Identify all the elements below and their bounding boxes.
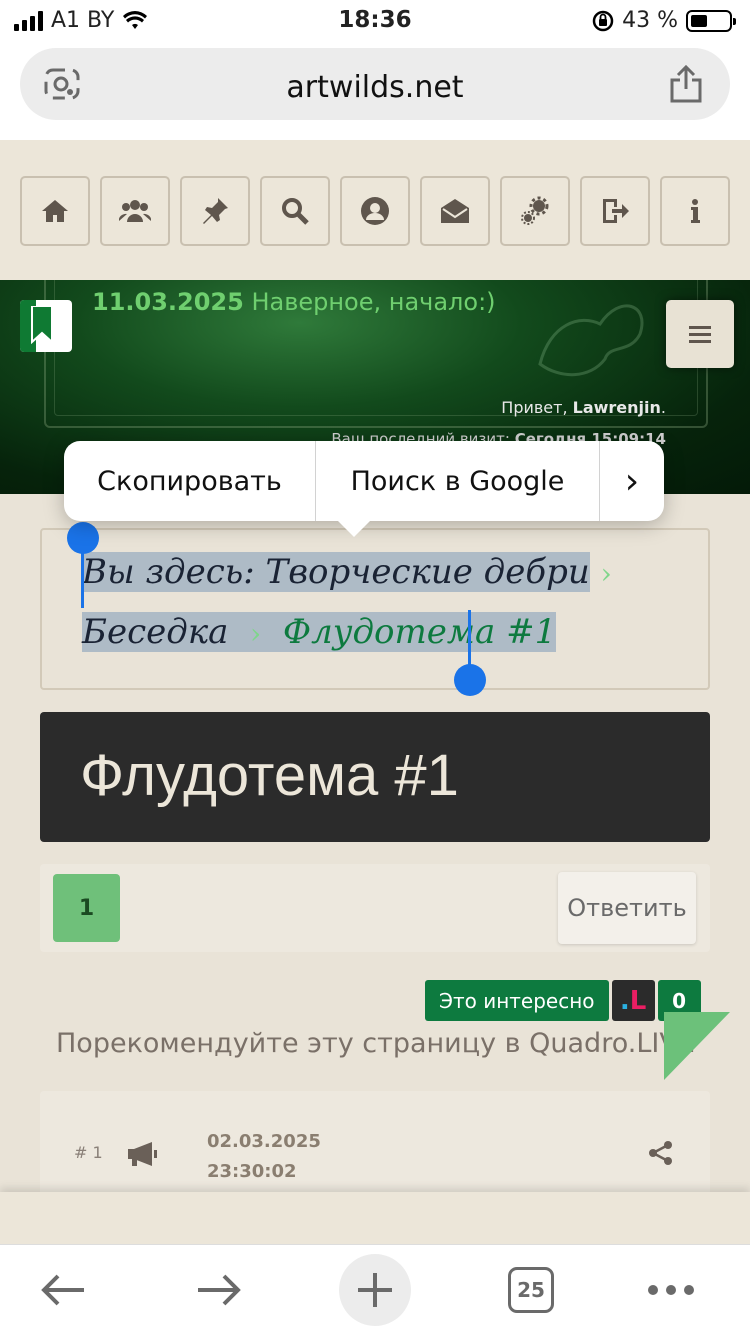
users-icon [119,200,151,222]
bookmark-icon [31,306,53,344]
corner-ribbon [664,1012,730,1080]
megaphone-icon [128,1142,157,1166]
more-dots-icon [648,1285,694,1295]
settings-icon [521,196,549,225]
url-text: artwilds.net [286,70,464,105]
quadro-live-widget: Это интересно .L 0 [425,980,701,1021]
post-card: # 1 02.03.2025 23:30:02 [40,1091,710,1201]
username[interactable]: Lawrenjin [573,398,661,417]
logout-icon [603,199,629,223]
info-icon [691,199,700,223]
breadcrumb-item-besedka[interactable]: Беседка [82,612,228,652]
site-logo[interactable] [20,300,72,352]
arrow-left-icon [41,1274,84,1306]
address-bar[interactable]: artwilds.net [20,48,730,120]
page-1-button[interactable]: 1 [53,874,120,942]
search-icon [282,198,309,225]
browser-toolbar: 25 [0,1244,750,1334]
new-tab-button[interactable] [339,1254,411,1326]
nav-profile-button[interactable] [340,176,410,246]
arrow-right-icon [198,1274,241,1306]
mail-icon [441,199,469,223]
news-text: Наверное, начало:) [243,288,496,316]
share-post-icon[interactable] [648,1141,674,1165]
post-time: 23:30:02 [207,1161,297,1182]
nav-logout-button[interactable] [580,176,650,246]
post-date: 02.03.2025 [207,1131,321,1152]
topic-title-box: Флудотема #1 [40,712,710,842]
news-date: 11.03.2025 [92,288,244,316]
dragon-emblem-icon [538,304,644,377]
interesting-button[interactable]: Это интересно [425,980,609,1021]
breadcrumb-line-1: Вы здесь: Творческие дебри › [82,552,612,592]
post-number[interactable]: # 1 [74,1143,103,1162]
menu-pointer [336,519,372,537]
nav-search-button[interactable] [260,176,330,246]
status-bar: A1 BY 18:36 43 % [0,0,750,40]
pagination-bar: 1 Ответить [40,864,710,952]
greeting-prefix: Привет, [501,398,573,417]
selection-end-line [468,610,471,668]
nav-home-button[interactable] [20,176,90,246]
nav-mail-button[interactable] [420,176,490,246]
battery-percent: 43 % [622,8,678,33]
footer-bar [0,1192,750,1244]
back-button[interactable] [28,1255,98,1325]
tab-count: 25 [508,1267,554,1313]
search-google-menu-item[interactable]: Поиск в Google [316,441,599,521]
quadro-live-logo-icon[interactable]: .L [611,980,655,1021]
breadcrumb-line-2: Беседка › Флудотема #1 [82,612,557,652]
more-options-button[interactable] [636,1255,706,1325]
plus-icon [358,1273,392,1307]
more-menu-item[interactable]: › [600,441,664,521]
forward-button[interactable] [184,1255,254,1325]
greeting: Привет, Lawrenjin. [501,398,666,417]
breadcrumb-separator: › [600,557,612,590]
share-icon[interactable] [668,64,704,104]
battery-icon [686,9,736,32]
post-datetime: 02.03.2025 23:30:02 [207,1127,321,1187]
news-line[interactable]: 11.03.2025 Наверное, начало:) [92,288,496,316]
hamburger-icon [689,326,711,343]
hamburger-menu-button[interactable] [666,300,734,368]
nav-settings-button[interactable] [500,176,570,246]
recommend-text: Порекомендуйте эту страницу в Quadro.LIV… [56,1028,695,1059]
breadcrumb-separator: › [250,617,262,650]
orientation-lock-icon [592,10,614,31]
greeting-suffix: . [660,398,666,417]
selection-start-handle[interactable] [67,522,99,554]
breadcrumb-item-current: Флудотема #1 [282,612,557,652]
site-icon-nav [0,140,750,280]
nav-pin-button[interactable] [180,176,250,246]
home-icon [42,200,68,222]
nav-info-button[interactable] [660,176,730,246]
breadcrumb-label: Вы здесь: [82,552,255,592]
tabs-button[interactable]: 25 [496,1255,566,1325]
text-selection-menu: Скопировать Поиск в Google › [64,441,664,537]
topic-title: Флудотема #1 [80,743,459,808]
selection-start-line [81,548,84,608]
status-right: 43 % [592,8,736,33]
browser-address-area: artwilds.net [0,40,750,140]
copy-menu-item[interactable]: Скопировать [64,441,315,521]
pin-icon [203,198,228,224]
nav-users-button[interactable] [100,176,170,246]
selection-end-handle[interactable] [454,664,486,696]
breadcrumb-item-creative[interactable]: Творческие дебри [266,552,590,592]
reply-button[interactable]: Ответить [558,872,696,944]
profile-icon [361,197,389,225]
